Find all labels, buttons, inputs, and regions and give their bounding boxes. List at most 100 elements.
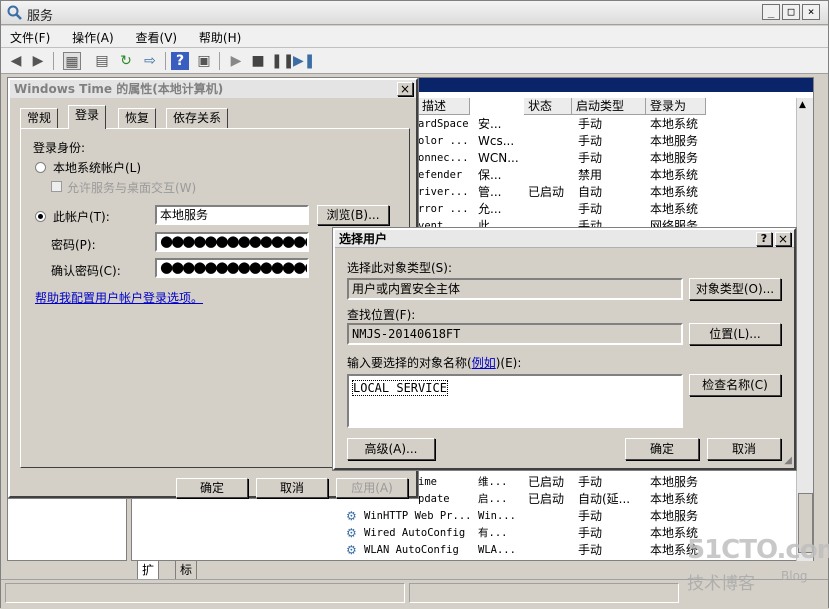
cell-logon: 本地系统: [650, 185, 699, 199]
cell-desc: Win...: [478, 510, 516, 522]
cell-logon: 本地系统: [650, 117, 699, 131]
this-account-label[interactable]: 此帐户(T):: [53, 208, 110, 225]
menu-action[interactable]: 操作(A): [63, 26, 123, 46]
object-types-button[interactable]: 对象类型(O)...: [689, 278, 781, 300]
select-user-title: 选择用户: [339, 232, 388, 246]
minimize-button[interactable]: _: [762, 4, 780, 20]
cell-startup: 手动: [578, 202, 603, 216]
cell-desc: WCN...: [478, 151, 519, 165]
cell-status: 已启动: [528, 475, 565, 489]
logon-as-label: 登录身份:: [33, 141, 86, 155]
select-user-ok-button[interactable]: 确定: [625, 438, 699, 460]
local-system-label[interactable]: 本地系统帐户(L): [53, 159, 141, 176]
tab-recovery[interactable]: 恢复: [118, 108, 157, 128]
cell-startup: 手动: [578, 475, 603, 489]
help-icon[interactable]: ?: [171, 52, 189, 70]
title-bar: 服务 _ □ ×: [1, 1, 828, 25]
allow-desktop-checkbox[interactable]: [51, 181, 62, 192]
properties-apply-button[interactable]: 应用(A): [336, 478, 408, 498]
cell-desc: 保...: [478, 168, 502, 182]
restart-service-icon[interactable]: ▶❚: [293, 52, 316, 70]
properties-title: Windows Time 的属性(本地计算机): [14, 82, 224, 96]
cell-logon: 本地服务: [650, 475, 699, 489]
advanced-button[interactable]: 高级(A)...: [347, 438, 435, 460]
object-name-field[interactable]: LOCAL SERVICE: [347, 374, 683, 428]
tab-logon[interactable]: 登录: [68, 105, 107, 129]
cell-name: WLAN AutoConfig: [364, 544, 459, 556]
properties-close-button[interactable]: ×: [397, 82, 413, 96]
back-arrow-icon[interactable]: ◀: [7, 52, 25, 70]
cell-logon: 本地服务: [650, 134, 699, 148]
menu-view[interactable]: 查看(V): [127, 26, 187, 46]
location-field: NMJS-20140618FT: [347, 323, 683, 345]
column-description[interactable]: 描述: [418, 98, 470, 115]
cell-startup: 手动: [578, 134, 603, 148]
show-action-pane-icon[interactable]: ▣: [195, 52, 213, 70]
cell-desc: Wcs...: [478, 134, 515, 148]
export-icon[interactable]: ⇨: [141, 52, 159, 70]
cell-name: Wired AutoConfig: [364, 527, 466, 539]
refresh-icon[interactable]: ↻: [117, 52, 135, 70]
tab-dependencies[interactable]: 依存关系: [166, 108, 229, 128]
object-type-field: 用户或内置安全主体: [347, 278, 683, 300]
watermark-site: 51CTO.com: [687, 535, 829, 565]
check-names-button[interactable]: 检查名称(C): [689, 374, 781, 396]
table-row[interactable]: ⚙ WinHTTP Web Pr... Win... 手动 本地服务: [132, 508, 792, 525]
this-account-radio[interactable]: [35, 211, 46, 222]
select-user-close-button[interactable]: ×: [775, 232, 791, 246]
cell-startup: 手动: [578, 151, 603, 165]
properties-icon[interactable]: ▤: [93, 52, 111, 70]
scroll-up-icon[interactable]: ▲: [799, 100, 806, 110]
help-question-button[interactable]: ?: [756, 232, 772, 246]
watermark-tech-blog: 技术博客: [687, 574, 755, 594]
cell-desc: 管...: [478, 185, 502, 199]
locations-button[interactable]: 位置(L)...: [689, 323, 781, 345]
vertical-scrollbar[interactable]: ▲: [796, 98, 813, 561]
menu-file[interactable]: 文件(F): [1, 26, 59, 46]
confirm-password-label: 确认密码(C):: [51, 264, 121, 278]
cell-startup: 禁用: [578, 168, 603, 182]
account-field[interactable]: 本地服务: [155, 205, 309, 225]
start-service-icon[interactable]: ▶: [227, 52, 245, 70]
column-status[interactable]: 状态: [524, 98, 572, 115]
cell-status: 已启动: [528, 185, 565, 199]
window-title: 服务: [27, 9, 54, 24]
properties-cancel-button[interactable]: 取消: [256, 478, 328, 498]
pause-service-icon[interactable]: ❚❚: [271, 52, 294, 70]
cell-desc: 允...: [478, 202, 502, 216]
console-tree-icon[interactable]: ▦: [63, 52, 81, 70]
properties-ok-button[interactable]: 确定: [176, 478, 248, 498]
location-label: 查找位置(F):: [347, 308, 416, 322]
select-user-cancel-button[interactable]: 取消: [707, 438, 781, 460]
help-logon-link[interactable]: 帮助我配置用户帐户登录选项。: [35, 289, 203, 306]
tab-general[interactable]: 常规: [20, 108, 59, 128]
watermark-blog: Blog: [781, 569, 808, 583]
service-gear-icon: ⚙: [346, 526, 357, 540]
cell-startup: 手动: [578, 117, 603, 131]
cell-logon: 本地服务: [650, 509, 699, 523]
browse-button[interactable]: 浏览(B)...: [317, 205, 389, 225]
maximize-button[interactable]: □: [782, 4, 800, 20]
password-field[interactable]: ●●●●●●●●●●●●●●●: [155, 232, 309, 252]
stop-service-icon[interactable]: ■: [249, 52, 267, 70]
close-button[interactable]: ×: [802, 4, 820, 20]
cell-desc: 安...: [478, 117, 502, 131]
examples-link[interactable]: 例如: [472, 356, 496, 370]
menu-help[interactable]: 帮助(H): [190, 26, 250, 46]
local-system-radio[interactable]: [35, 162, 46, 173]
column-startup-type[interactable]: 启动类型: [572, 98, 646, 115]
resize-grip-icon[interactable]: ◢: [784, 455, 792, 466]
select-user-dialog: 选择用户 ? × 选择此对象类型(S): 用户或内置安全主体 对象类型(O)..…: [332, 227, 797, 471]
cell-desc: 维...: [478, 476, 508, 488]
column-logon-as[interactable]: 登录为: [646, 98, 706, 115]
cell-startup: 手动: [578, 543, 603, 557]
cell-logon: 本地系统: [650, 202, 699, 216]
forward-arrow-icon[interactable]: ▶: [29, 52, 47, 70]
cell-name: WinHTTP Web Pr...: [364, 510, 472, 522]
cell-startup: 手动: [578, 509, 603, 523]
confirm-password-field[interactable]: ●●●●●●●●●●●●●●●: [155, 258, 309, 278]
cell-startup: 自动(延...: [578, 492, 631, 506]
password-label: 密码(P):: [51, 238, 96, 252]
service-gear-icon: ⚙: [346, 509, 357, 523]
object-type-label: 选择此对象类型(S):: [347, 261, 453, 275]
